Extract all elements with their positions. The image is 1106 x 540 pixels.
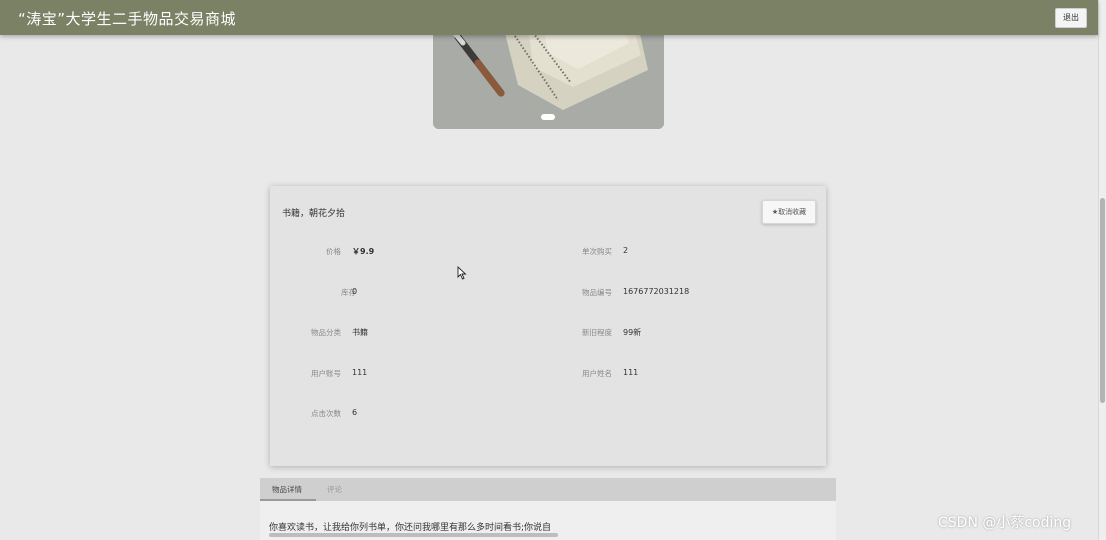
page-scrollbar-thumb[interactable] [1100, 198, 1105, 403]
horizontal-scrollbar[interactable] [269, 533, 558, 537]
user-account-value: 111 [352, 368, 368, 377]
max-buy-value: 2 [623, 246, 629, 255]
product-info-card [270, 186, 826, 466]
site-title: “涛宝”大学生二手物品交易商城 [18, 10, 237, 28]
user-name-value: 111 [623, 368, 639, 377]
unfavorite-button[interactable]: ★取消收藏 [762, 200, 816, 224]
product-name: 书籍，朝花夕拾 [282, 209, 346, 219]
detail-tabs [260, 478, 836, 501]
item-number-label: 物品编号 [582, 288, 612, 297]
condition-value: 99新 [623, 328, 642, 337]
price-value: ￥9.9 [352, 247, 375, 256]
stock-label: 库存 [341, 288, 356, 297]
category-value: 书籍 [352, 328, 368, 337]
mouse-cursor-icon [457, 266, 467, 280]
top-navbar: “涛宝”大学生二手物品交易商城 [0, 0, 1098, 35]
item-number-value: 1676772031218 [623, 287, 690, 296]
price-label: 价格 [326, 247, 341, 256]
condition-label: 新旧程度 [582, 328, 612, 337]
user-name-label: 用户姓名 [582, 369, 612, 378]
tab-comments[interactable]: 评论 [327, 484, 342, 495]
watermark: CSDN @小蔡coding [938, 515, 1072, 531]
item-description-text: 你喜欢读书，让我给你列书单，你还问我哪里有那么多时间看书;你说自 [269, 523, 552, 533]
click-count-label: 点击次数 [311, 409, 341, 418]
tab-item-details[interactable]: 物品详情 [272, 484, 302, 495]
carousel-indicator[interactable] [541, 114, 555, 120]
max-buy-label: 单次购买 [582, 247, 612, 256]
stock-value: 0 [352, 287, 358, 296]
click-count-value: 6 [352, 408, 358, 417]
logout-button[interactable]: 退出 [1055, 8, 1087, 28]
category-label: 物品分类 [311, 328, 341, 337]
user-account-label: 用户账号 [311, 369, 341, 378]
